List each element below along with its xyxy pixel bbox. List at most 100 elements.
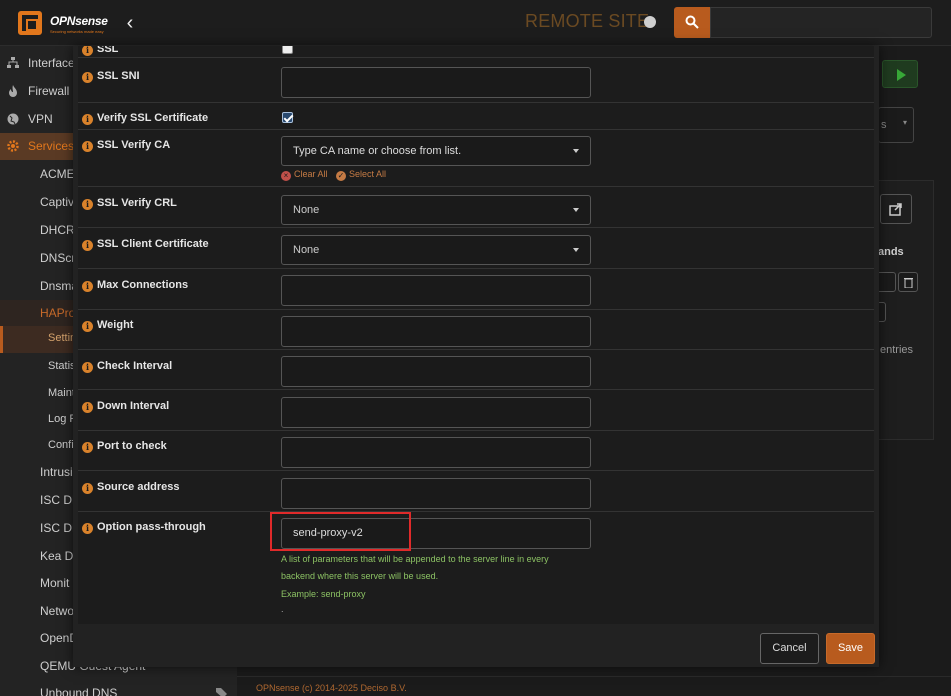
verify-ssl-label: Verify SSL Certificate — [97, 112, 209, 124]
chevron-left-icon[interactable]: ‹ — [120, 12, 140, 34]
down-interval-input[interactable] — [281, 397, 591, 428]
sidebar-item-label: Monit — [40, 576, 70, 590]
field-label: i Weight — [82, 319, 133, 332]
option-passthrough-label: Option pass-through — [97, 521, 206, 533]
search-icon — [685, 15, 699, 29]
tags-icon — [216, 688, 227, 696]
modal-footer: Cancel Save — [73, 624, 879, 667]
page-root: OPNsense Securing networks made easy ‹ R… — [0, 0, 951, 696]
opnsense-logo-icon[interactable] — [18, 11, 42, 35]
copy-button[interactable] — [876, 272, 896, 292]
share-icon — [889, 203, 902, 216]
caret-down-icon — [573, 248, 579, 252]
row-ssl-client-cert: i SSL Client Certificate None — [78, 227, 874, 268]
row-ssl-verify-ca: i SSL Verify CA Type CA name or choose fr… — [78, 129, 874, 186]
cancel-button[interactable]: Cancel — [760, 633, 819, 664]
help-trailing-dot: . — [281, 604, 284, 614]
ssl-verify-crl-select[interactable]: None — [281, 195, 591, 225]
sitemap-icon — [7, 57, 19, 68]
weight-label: Weight — [97, 319, 134, 331]
ssl-client-cert-label: SSL Client Certificate — [97, 238, 209, 250]
background-select-text: s — [881, 119, 887, 131]
cog-icon — [7, 140, 19, 152]
info-icon[interactable]: i — [82, 240, 93, 251]
annotation-highlight-box — [270, 512, 411, 551]
field-label: i SSL Verify CA — [82, 139, 170, 152]
delete-button[interactable] — [898, 272, 918, 292]
info-icon[interactable]: i — [82, 442, 93, 453]
brand-tagline: Securing networks made easy — [50, 29, 104, 34]
row-max-connections: i Max Connections — [78, 268, 874, 309]
row-source-address: i Source address — [78, 470, 874, 511]
clear-all-link[interactable]: × Clear All — [281, 169, 328, 181]
field-label: i Max Connections — [82, 279, 188, 292]
verify-ssl-checkbox[interactable] — [282, 112, 293, 123]
down-interval-label: Down Interval — [97, 400, 170, 412]
search-input[interactable] — [710, 7, 932, 38]
row-check-interval: i Check Interval — [78, 349, 874, 389]
search-button[interactable] — [674, 7, 710, 38]
ssl-sni-input[interactable] — [281, 67, 591, 98]
fire-icon — [9, 85, 17, 97]
edit-server-dialog: i SSL i SSL SNI i Verify SSL Certificate iS… — [73, 46, 879, 667]
max-connections-input[interactable] — [281, 275, 591, 306]
info-icon[interactable]: i — [82, 321, 93, 332]
ssl-verify-crl-value: None — [293, 204, 320, 216]
info-icon[interactable]: i — [82, 483, 93, 494]
caret-down-icon — [573, 208, 579, 212]
info-icon[interactable]: i — [82, 72, 93, 83]
status-dot-icon — [644, 16, 656, 28]
help-text-line-2: backend where this server will be used. — [281, 571, 439, 581]
export-button[interactable] — [880, 194, 912, 224]
source-address-label: Source address — [97, 481, 180, 493]
info-icon[interactable]: i — [82, 199, 93, 210]
info-icon[interactable]: i — [82, 402, 93, 413]
clear-all-label: Clear All — [294, 169, 328, 179]
info-icon[interactable]: i — [82, 281, 93, 292]
ssl-label: SSL — [97, 46, 119, 55]
background-select[interactable]: s ▾ — [878, 107, 914, 143]
sidebar-item-unbound-dns[interactable]: Unbound DNS — [0, 680, 237, 696]
select-all-link[interactable]: ✓ Select All — [336, 169, 386, 181]
brand-name: OPNsense — [50, 14, 108, 28]
ssl-verify-ca-select[interactable]: Type CA name or choose from list. — [281, 136, 591, 166]
field-label: i SSL Client Certificate — [82, 238, 209, 251]
info-icon[interactable]: i — [82, 141, 93, 152]
save-button[interactable]: Save — [826, 633, 875, 664]
ssl-verify-ca-placeholder: Type CA name or choose from list. — [293, 145, 462, 157]
check-interval-label: Check Interval — [97, 360, 173, 372]
field-label: i SSL Verify CRL — [82, 197, 177, 210]
sidebar-item-label: Services — [28, 139, 75, 153]
row-ssl: i SSL — [78, 46, 874, 57]
ca-actions: × Clear All ✓ Select All — [281, 169, 386, 181]
help-text-line-1: A list of parameters that will be append… — [281, 554, 549, 564]
commands-header: ands — [878, 246, 904, 258]
source-address-input[interactable] — [281, 478, 591, 509]
page-footer: OPNsense (c) 2014-2025 Deciso B.V. — [237, 676, 951, 696]
sidebar-item-label: Unbound DNS — [40, 686, 118, 696]
port-to-check-input[interactable] — [281, 437, 591, 468]
info-icon[interactable]: i — [82, 523, 93, 534]
info-icon[interactable]: i — [82, 362, 93, 373]
site-name: REMOTE SITE — [525, 11, 650, 31]
help-example: Example: send-proxy — [281, 589, 366, 599]
info-icon[interactable]: i — [82, 46, 93, 56]
info-icon[interactable]: i — [82, 114, 93, 125]
check-circle-icon: ✓ — [336, 171, 347, 181]
caret-down-icon — [573, 149, 579, 153]
start-button[interactable] — [882, 60, 918, 88]
ssl-verify-crl-label: SSL Verify CRL — [97, 197, 177, 209]
field-label: i Source address — [82, 481, 180, 494]
field-label: i SSL — [82, 46, 118, 56]
check-interval-input[interactable] — [281, 356, 591, 387]
ssl-client-cert-select[interactable]: None — [281, 235, 591, 265]
field-label: i Option pass-through — [82, 521, 206, 534]
field-label: i Port to check — [82, 440, 167, 453]
row-option-passthrough: i Option pass-through send-proxy-v2 A lis… — [78, 511, 874, 624]
weight-input[interactable] — [281, 316, 591, 347]
row-port-to-check: i Port to check — [78, 430, 874, 470]
trash-icon — [904, 278, 913, 288]
field-label: i SSL SNI — [82, 70, 140, 83]
globe-icon — [7, 113, 19, 125]
ssl-checkbox[interactable] — [282, 46, 293, 54]
